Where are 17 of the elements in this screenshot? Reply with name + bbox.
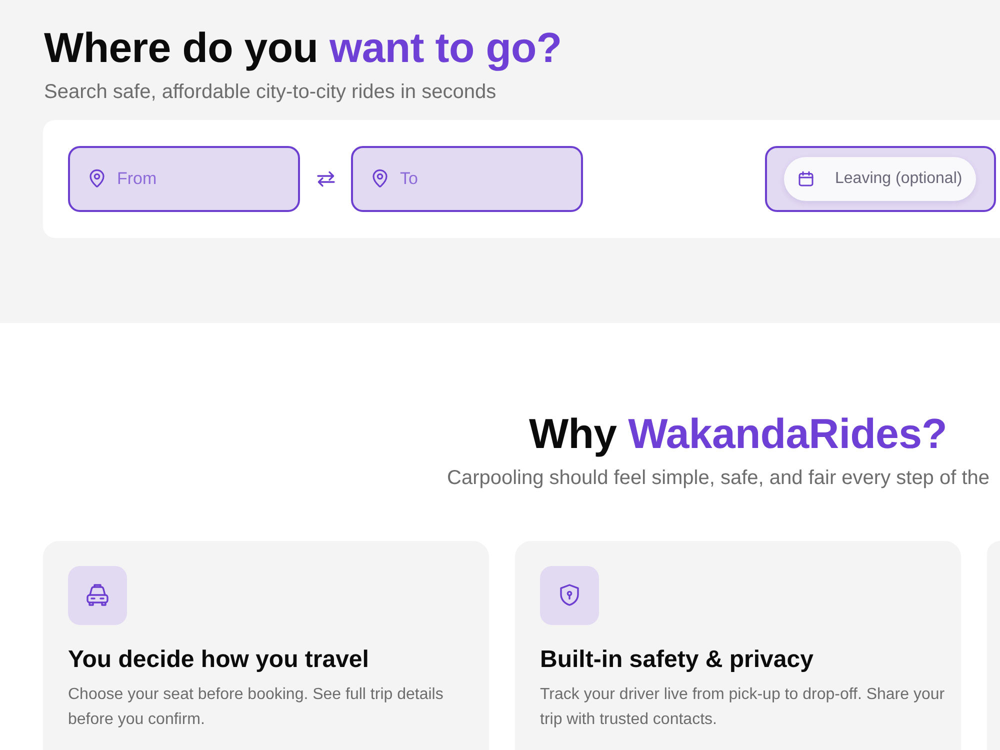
to-field[interactable]: To xyxy=(351,146,583,212)
swap-icon[interactable] xyxy=(316,169,336,189)
date-field[interactable]: Leaving (optional) xyxy=(784,157,976,201)
from-field[interactable]: From xyxy=(68,146,300,212)
location-pin-icon xyxy=(89,169,105,189)
feature-title: You decide how you travel xyxy=(68,645,370,675)
location-pin-icon xyxy=(372,169,388,189)
shield-icon xyxy=(540,566,599,625)
feature-description: Choose your seat before booking. See full trip details before you confirm. xyxy=(68,685,444,730)
page-subtitle: Search safe, affordable city-to-city rides in seconds xyxy=(44,80,498,104)
page-heading: Where do you want to go? xyxy=(44,23,563,73)
section-subtitle: Carpooling should feel simple, safe, and fair every step of the xyxy=(447,466,990,490)
section-heading: Why WakandaRides? xyxy=(528,409,948,459)
calendar-icon xyxy=(798,171,814,187)
feature-description: Track your driver live from pick-up to drop-off. Share your trip with trusted contacts. xyxy=(540,685,946,730)
car-icon xyxy=(68,566,127,625)
feature-title: Built-in safety & privacy xyxy=(540,645,814,675)
